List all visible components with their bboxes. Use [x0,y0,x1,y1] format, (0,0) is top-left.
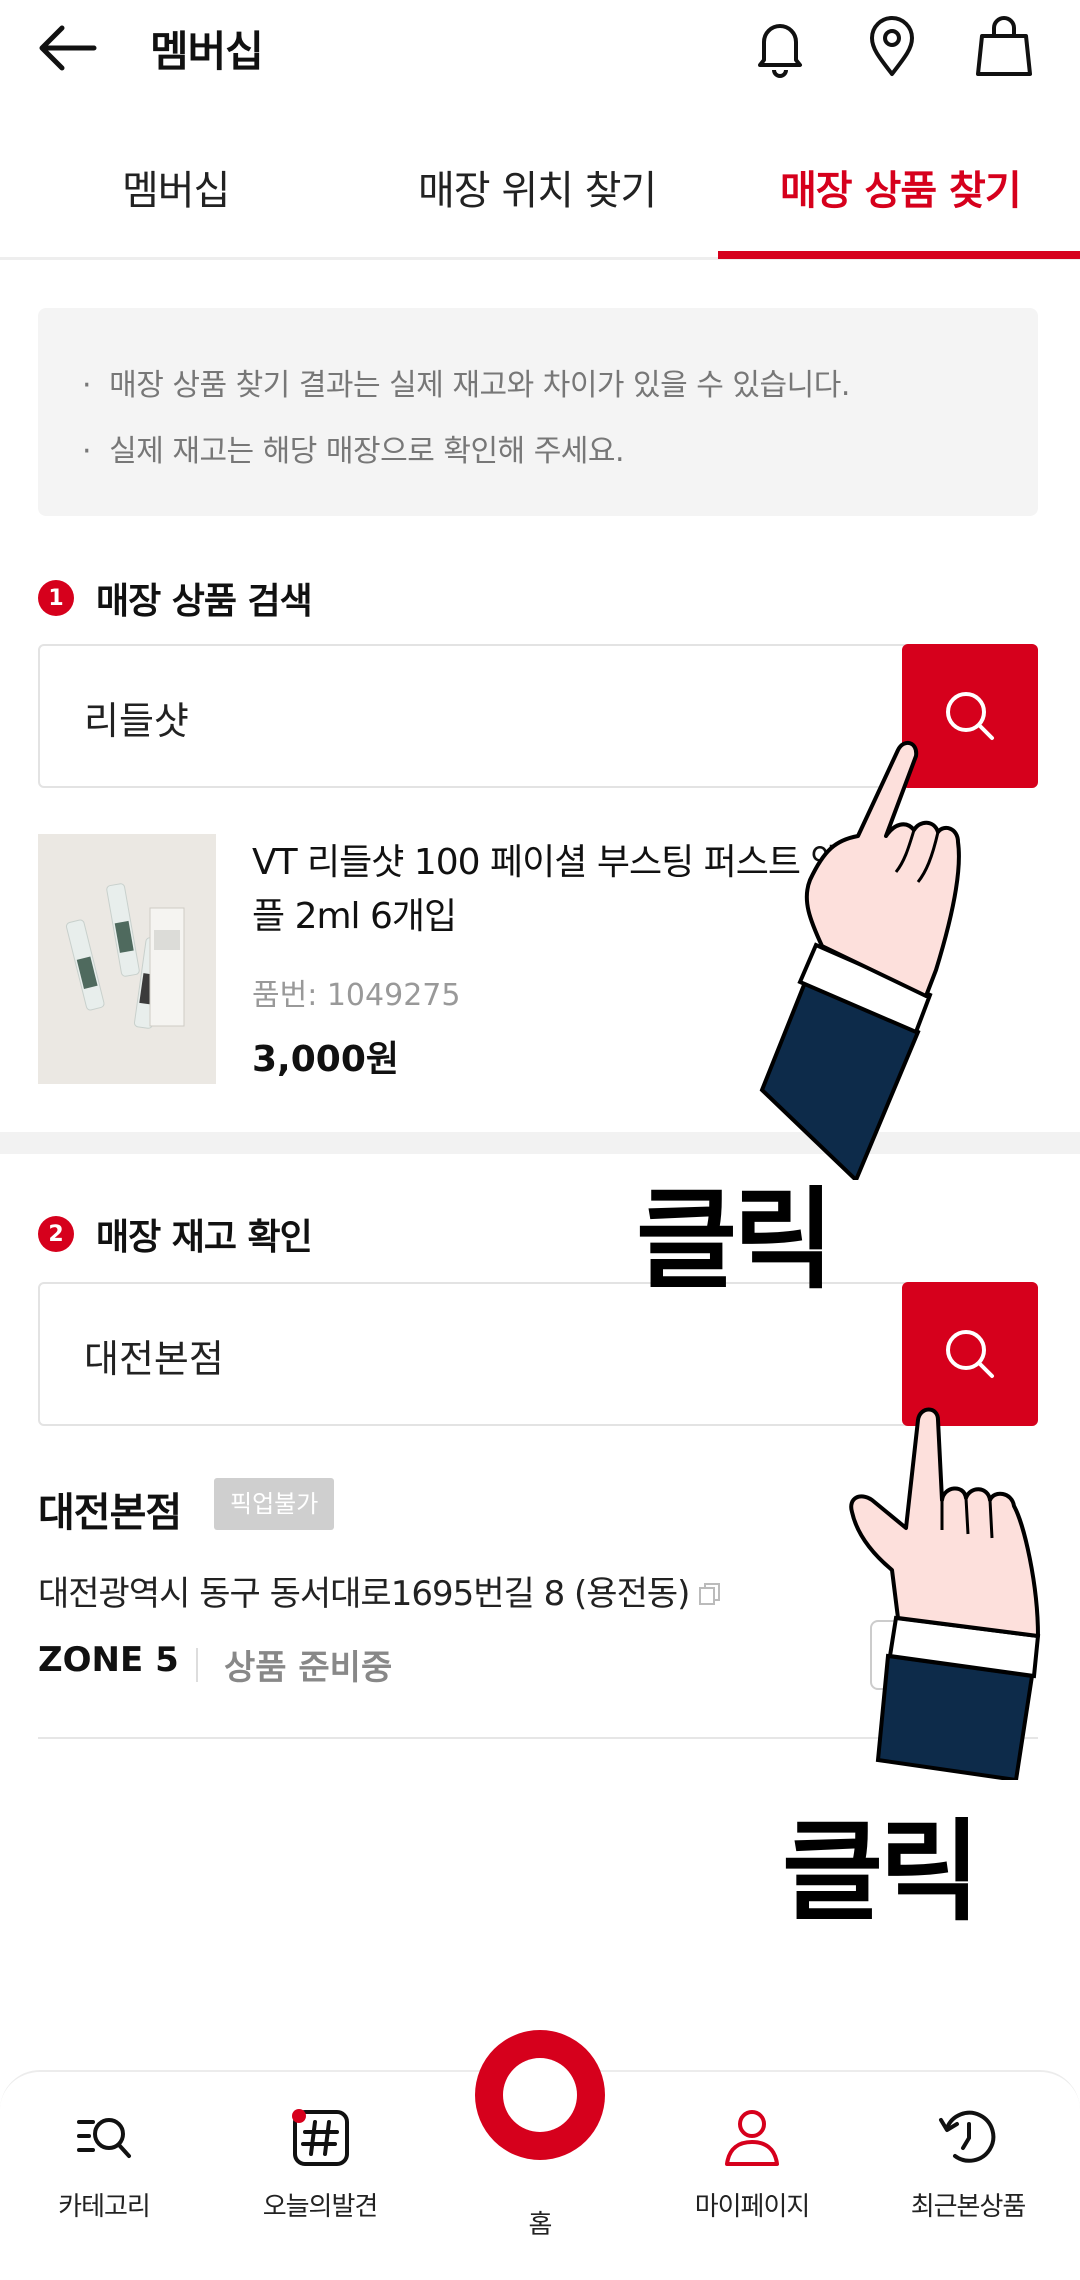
product-image[interactable] [38,834,216,1084]
home-ring-icon[interactable] [475,2030,605,2160]
category-search-icon [69,2102,139,2172]
section-store-stock-heading: 2 매장 재고 확인 [38,1208,313,1260]
back-button[interactable] [34,18,104,78]
section-product-search-heading: 1 매장 상품 검색 [38,572,313,624]
notice-line-2: 실제 재고는 해당 매장으로 확인해 주세요. [109,434,625,469]
person-icon [717,2102,787,2172]
product-price: 3,000원 [252,1039,399,1080]
shopping-bag-icon [976,16,1032,76]
active-tab-indicator [718,251,1080,259]
product-code: 품번: 1049275 [252,978,461,1013]
location-pin-icon [870,16,914,76]
history-icon [933,2102,1003,2172]
pickup-status-badge: 픽업불가 [214,1478,335,1530]
tab-membership[interactable]: 멤버십 [122,158,230,216]
store-address: 대전광역시 동구 동서대로1695번길 8 (용전동) [38,1566,723,1616]
nav-label: 홈 [528,2210,553,2240]
nav-label: 카테고리 [58,2192,151,2222]
section-title: 매장 상품 검색 [96,581,313,622]
store-search-input[interactable] [84,1320,864,1390]
click-annotation-2: 클릭 [782,1808,980,1936]
nav-label: 오늘의발견 [262,2192,379,2222]
bullet: · [82,434,110,469]
notice-line-1: 매장 상품 찾기 결과는 실제 재고와 차이가 있을 수 있습니다. [109,368,850,403]
nav-home[interactable]: 홈 [450,2190,630,2241]
nav-mypage[interactable]: 마이페이지 [662,2102,842,2223]
product-photo-icon [38,834,216,1084]
bullet: · [82,368,110,403]
pointing-hand-icon [848,1400,1068,1784]
nav-label: 최근본상품 [910,2192,1027,2222]
bell-icon [758,24,802,78]
nav-recently-viewed[interactable]: 최근본상품 [878,2102,1058,2223]
copy-icon[interactable] [697,1576,723,1616]
notice-box: · 매장 상품 찾기 결과는 실제 재고와 차이가 있을 수 있습니다. · 실… [38,308,1038,516]
stock-status: 상품 준비중 [224,1648,393,1688]
back-arrow-icon [39,25,97,71]
nav-label: 마이페이지 [694,2192,811,2222]
tab-store-location[interactable]: 매장 위치 찾기 [418,158,657,216]
search-icon [946,692,994,740]
store-address-text: 대전광역시 동구 동서대로1695번길 8 (용전동) [38,1574,690,1614]
click-annotation-1: 클릭 [636,1176,834,1304]
zone-separator [196,1648,198,1682]
cart-button[interactable] [968,10,1040,82]
step-number-badge: 1 [38,580,74,616]
store-name[interactable]: 대전본점 [38,1480,182,1538]
tab-bar: 멤버십 매장 위치 찾기 매장 상품 찾기 [0,130,1080,260]
search-icon [946,1330,994,1378]
nav-today-discovery[interactable]: 오늘의발견 [230,2102,410,2223]
step-number-badge: 2 [38,1216,74,1252]
tab-store-product[interactable]: 매장 상품 찾기 [780,158,1022,216]
hashtag-icon [285,2102,355,2172]
app-header: 멤버십 [0,0,1080,110]
store-location-button[interactable] [856,10,928,82]
section-title: 매장 재고 확인 [96,1217,313,1258]
store-zone: ZONE 5 [38,1640,179,1680]
notification-button[interactable] [744,10,816,82]
nav-category[interactable]: 카테고리 [14,2102,194,2223]
page-title: 멤버십 [150,27,264,76]
pointing-hand-icon [740,740,1000,1184]
